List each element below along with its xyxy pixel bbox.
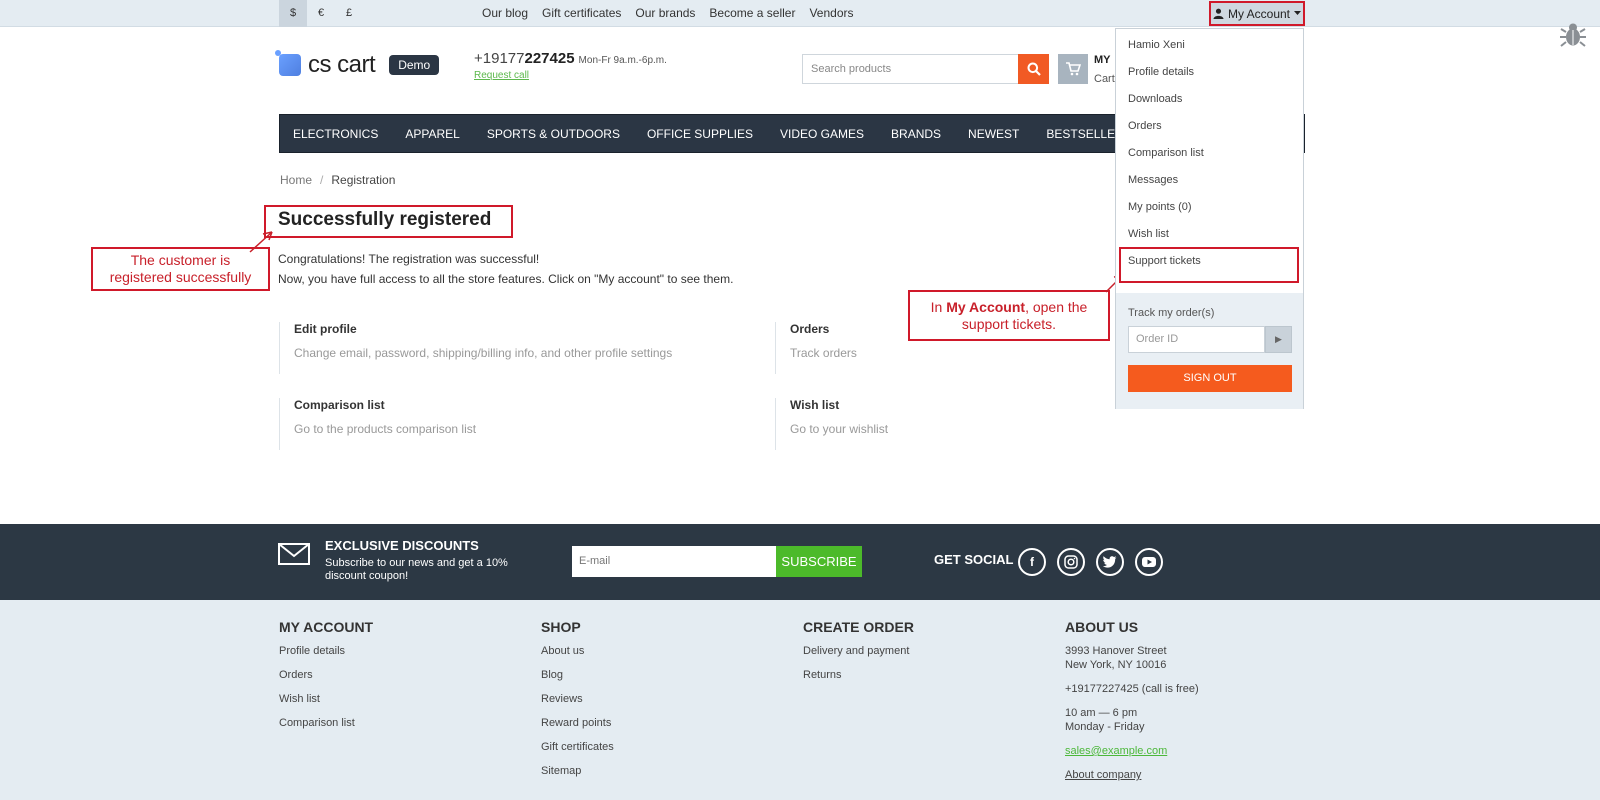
request-call-link[interactable]: Request call (474, 70, 529, 81)
nav-electronics[interactable]: Electronics (293, 127, 378, 141)
nav-newest[interactable]: Newest (968, 127, 1019, 141)
link-vendors[interactable]: Vendors (809, 0, 853, 27)
dropdown-orders[interactable]: Orders (1128, 120, 1162, 132)
email-input[interactable]: E-mail (572, 546, 777, 577)
user-icon (1213, 8, 1224, 19)
search-icon (1027, 62, 1041, 76)
dropdown-profile-details[interactable]: Profile details (1128, 66, 1194, 78)
footer-col-shop: SHOP About us Blog Reviews Reward points… (541, 619, 614, 778)
link-our-brands[interactable]: Our brands (635, 0, 695, 27)
footer-link[interactable]: Profile details (279, 644, 373, 658)
footer-col-about: ABOUT US 3993 Hanover Street New York, N… (1065, 619, 1199, 782)
my-account-button[interactable]: My Account (1209, 1, 1305, 26)
track-order-button[interactable]: ▶ (1265, 326, 1292, 353)
instagram-icon[interactable] (1057, 548, 1085, 576)
footer-link[interactable]: Wish list (279, 692, 373, 706)
footer-hours-days: Monday - Friday (1065, 721, 1145, 733)
mail-icon (278, 543, 310, 565)
dropdown-my-points[interactable]: My points (0) (1128, 201, 1192, 213)
site-logo[interactable]: cs cart Demo (275, 50, 440, 79)
get-social-label: GET SOCIAL (934, 552, 1014, 567)
nav-brands[interactable]: Brands (891, 127, 941, 141)
dropdown-wish-list[interactable]: Wish list (1128, 228, 1169, 240)
cart-button[interactable] (1058, 54, 1088, 84)
breadcrumb-current: Registration (331, 173, 396, 187)
cart-title[interactable]: MY (1094, 54, 1111, 66)
block-comparison-list[interactable]: Comparison list Go to the products compa… (279, 398, 476, 450)
dropdown-user-name: Hamio Xeni (1128, 39, 1185, 51)
dropdown-support-tickets[interactable]: Support tickets (1128, 255, 1201, 267)
newsletter-band: EXCLUSIVE DISCOUNTS Subscribe to our new… (0, 524, 1600, 600)
footer-link[interactable]: Sitemap (541, 764, 614, 778)
logo-text: cs cart (308, 51, 376, 78)
about-company-link[interactable]: About company (1065, 768, 1199, 782)
newsletter-text: Subscribe to our news and get a 10% disc… (325, 557, 508, 582)
cart-subtitle: Cart (1094, 73, 1115, 85)
top-bar: $ € £ Our blog Gift certificates Our bra… (0, 0, 1600, 27)
top-links: Our blog Gift certificates Our brands Be… (482, 0, 868, 27)
logo-mark-icon (275, 50, 301, 76)
facebook-icon[interactable]: f (1018, 548, 1046, 576)
address-line-1: 3993 Hanover Street (1065, 645, 1167, 657)
footer-link[interactable]: Comparison list (279, 716, 373, 730)
youtube-icon[interactable] (1135, 548, 1163, 576)
demo-badge: Demo (389, 55, 440, 75)
block-wish-list[interactable]: Wish list Go to your wishlist (775, 398, 888, 450)
footer-link[interactable]: About us (541, 644, 614, 658)
my-account-dropdown: Hamio Xeni Profile details Downloads Ord… (1115, 28, 1304, 409)
bug-icon[interactable] (1558, 20, 1588, 50)
my-account-label: My Account (1227, 6, 1291, 21)
footer-link[interactable]: Delivery and payment (803, 644, 914, 658)
sign-out-button[interactable]: Sign out (1128, 365, 1292, 392)
block-edit-profile[interactable]: Edit profile Change email, password, shi… (279, 322, 672, 374)
footer-link[interactable]: Reviews (541, 692, 614, 706)
currency-gbp[interactable]: £ (335, 0, 363, 27)
annotation-arrow-left (249, 231, 273, 253)
page-title: Successfully registered (278, 209, 492, 230)
track-order-label: Track my order(s) (1128, 307, 1215, 319)
caret-down-icon (1294, 11, 1302, 15)
link-become-seller[interactable]: Become a seller (709, 0, 795, 27)
breadcrumb-home[interactable]: Home (280, 173, 312, 187)
dropdown-downloads[interactable]: Downloads (1128, 93, 1182, 105)
search-input[interactable]: Search products (802, 54, 1049, 84)
block-orders[interactable]: Orders Track orders (775, 322, 857, 374)
footer-hours-time: 10 am — 6 pm (1065, 707, 1138, 719)
footer: MY ACCOUNT Profile details Orders Wish l… (0, 600, 1600, 800)
newsletter-heading: EXCLUSIVE DISCOUNTS (325, 538, 479, 553)
phone-number: +19177227425 Mon-Fr 9a.m.-6p.m. (474, 50, 667, 67)
work-hours: Mon-Fr 9a.m.-6p.m. (578, 55, 667, 66)
footer-link[interactable]: Returns (803, 668, 914, 682)
nav-video-games[interactable]: Video Games (780, 127, 864, 141)
nav-apparel[interactable]: Apparel (405, 127, 459, 141)
footer-link[interactable]: Orders (279, 668, 373, 682)
currency-usd[interactable]: $ (279, 0, 307, 27)
nav-office-supplies[interactable]: Office Supplies (647, 127, 753, 141)
footer-link[interactable]: Gift certificates (541, 740, 614, 754)
search-button[interactable] (1018, 54, 1049, 84)
twitter-icon[interactable] (1096, 548, 1124, 576)
annotation-registered: The customer is registered successfully (91, 247, 270, 291)
footer-phone: +19177227425 (call is free) (1065, 683, 1199, 695)
subscribe-button[interactable]: SUBSCRIBE (776, 546, 862, 577)
footer-email-link[interactable]: sales@example.com (1065, 744, 1199, 758)
order-id-input[interactable]: Order ID (1128, 326, 1265, 353)
play-icon: ▶ (1275, 334, 1282, 344)
footer-col-create-order: CREATE ORDER Delivery and payment Return… (803, 619, 914, 682)
nav-sports-outdoors[interactable]: Sports & Outdoors (487, 127, 620, 141)
dropdown-messages[interactable]: Messages (1128, 174, 1178, 186)
dropdown-comparison-list[interactable]: Comparison list (1128, 147, 1204, 159)
congrats-text: Congratulations! The registration was su… (278, 252, 734, 286)
breadcrumb: Home / Registration (280, 173, 396, 187)
footer-col-my-account: MY ACCOUNT Profile details Orders Wish l… (279, 619, 374, 730)
annotation-support-tickets: In My Account, open the support tickets. (908, 290, 1110, 341)
currency-eur[interactable]: € (307, 0, 335, 27)
address-line-2: New York, NY 10016 (1065, 659, 1167, 671)
link-gift-certificates[interactable]: Gift certificates (542, 0, 621, 27)
track-order-section: Track my order(s) Order ID ▶ Sign out (1116, 293, 1303, 409)
footer-link[interactable]: Blog (541, 668, 614, 682)
link-our-blog[interactable]: Our blog (482, 0, 528, 27)
footer-link[interactable]: Reward points (541, 716, 614, 730)
cart-icon (1066, 62, 1081, 76)
